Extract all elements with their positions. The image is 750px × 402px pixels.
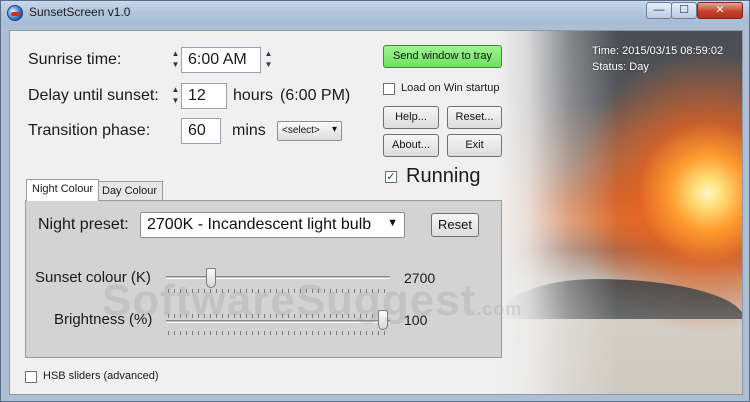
delay-unit: hours [233, 87, 274, 104]
sunset-app-icon [7, 5, 23, 21]
transition-select-value: <select> [282, 125, 320, 136]
watermark: SoftwareSuggest.com [102, 276, 522, 326]
transition-select[interactable]: <select> ▾ [277, 121, 342, 141]
transition-label: Transition phase: [28, 122, 151, 139]
tab-day-colour[interactable]: Day Colour [96, 181, 164, 201]
hsb-label: HSB sliders (advanced) [43, 370, 159, 382]
load-on-startup-label: Load on Win startup [401, 82, 500, 94]
chevron-down-icon: ▼ [387, 217, 398, 229]
client-area: Time: 2015/03/15 08:59:02 Status: Day Su… [9, 30, 743, 395]
exit-button[interactable]: Exit [447, 134, 502, 157]
window-title: SunsetScreen v1.0 [29, 5, 131, 19]
preset-reset-button[interactable]: Reset [431, 213, 479, 237]
send-to-tray-button[interactable]: Send window to tray [383, 45, 502, 68]
delay-label: Delay until sunset: [28, 87, 159, 104]
transition-unit: mins [232, 122, 266, 139]
hsb-checkbox[interactable] [25, 371, 37, 383]
delay-hours-input[interactable]: 12 [181, 83, 227, 109]
watermark-suffix: .com [476, 299, 523, 319]
sunset-time-readout: (6:00 PM) [280, 87, 351, 104]
transition-mins-input[interactable]: 60 [181, 118, 221, 144]
delay-spin[interactable]: ▲ ▼ [171, 84, 180, 108]
night-preset-select[interactable]: 2700K - Incandescent light bulb ▼ [140, 212, 405, 238]
running-label: Running [406, 165, 481, 187]
tab-night-colour[interactable]: Night Colour [26, 179, 100, 201]
night-preset-value: 2700K - Incandescent light bulb [147, 216, 372, 233]
brightness-ticks-bottom [168, 331, 388, 335]
sunrise-spin-left[interactable]: ▲ ▼ [171, 48, 180, 72]
photo-fade [498, 31, 618, 394]
status-time: Time: 2015/03/15 08:59:02 [592, 45, 724, 57]
maximize-button[interactable]: ☐ [671, 2, 697, 19]
chevron-down-icon: ▾ [331, 124, 337, 135]
sunrise-time-input[interactable]: 6:00 AM [181, 47, 261, 73]
load-on-startup-checkbox[interactable] [383, 83, 395, 95]
sunset-photo [498, 31, 742, 394]
watermark-main: SoftwareSuggest [102, 276, 477, 325]
reset-button[interactable]: Reset... [447, 106, 502, 129]
sunrise-spin-right[interactable]: ▲ ▼ [264, 48, 273, 72]
sunrise-label: Sunrise time: [28, 51, 122, 68]
app-window: SunsetScreen v1.0 — ☐ ✕ Time: 2015/03/15… [0, 0, 750, 402]
about-button[interactable]: About... [383, 134, 439, 157]
minimize-button[interactable]: — [646, 2, 672, 19]
close-button[interactable]: ✕ [697, 2, 743, 19]
running-checkbox[interactable]: ✓ [385, 171, 397, 183]
status-mode: Status: Day [592, 61, 649, 73]
help-button[interactable]: Help... [383, 106, 439, 129]
night-preset-label: Night preset: [38, 216, 129, 233]
title-bar[interactable]: SunsetScreen v1.0 — ☐ ✕ [1, 1, 749, 25]
